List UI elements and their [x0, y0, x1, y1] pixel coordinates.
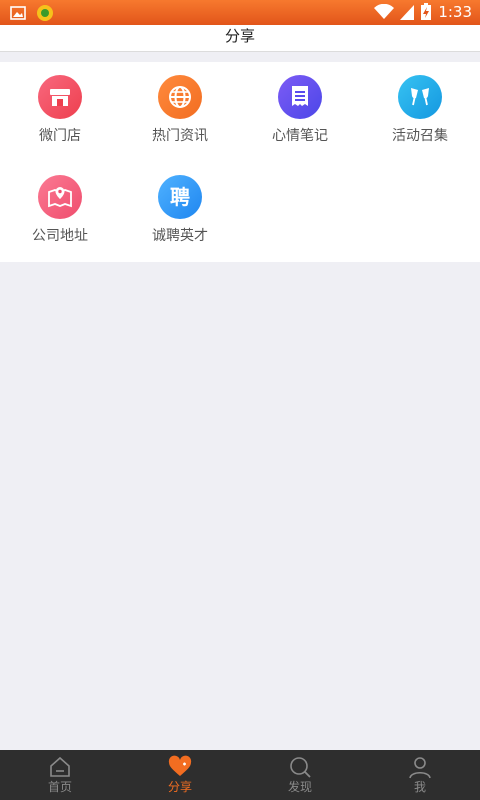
user-icon [409, 757, 431, 779]
image-notification-icon [10, 6, 26, 20]
battery-charging-icon [421, 3, 432, 20]
grid-item-company-address[interactable]: 公司地址 [0, 162, 120, 262]
grid-item-label: 诚聘英才 [152, 228, 208, 244]
tab-label: 首页 [47, 780, 72, 794]
grid-item-label: 心情笔记 [272, 128, 328, 144]
grid-item-label: 活动召集 [392, 128, 448, 144]
store-icon [38, 75, 82, 119]
app-notification-icon [37, 5, 53, 21]
grid-item-recruitment[interactable]: 聘 诚聘英才 [120, 162, 240, 262]
grid-item-micro-store[interactable]: 微门店 [0, 62, 120, 162]
home-icon [50, 756, 70, 777]
wifi-icon [374, 4, 395, 19]
recruit-icon: 聘 [158, 175, 202, 219]
status-time: 1:33 [438, 3, 472, 21]
heart-icon [168, 755, 192, 776]
grid-item-hot-news[interactable]: 热门资讯 [120, 62, 240, 162]
map-pin-icon [38, 175, 82, 219]
status-right-icons: 1:33 [374, 2, 472, 22]
grid-item-mood-notes[interactable]: 心情笔记 [240, 62, 360, 162]
note-icon [278, 75, 322, 119]
bottom-tab-bar: 首页 分享 发现 我 [0, 750, 480, 800]
cheers-icon [398, 75, 442, 119]
page-title-bar: 分享 [0, 25, 480, 52]
tab-label: 我 [413, 780, 426, 794]
tab-discover[interactable]: 发现 [240, 750, 360, 800]
recruit-glyph: 聘 [170, 185, 190, 209]
search-icon [290, 757, 311, 778]
tab-label: 分享 [167, 780, 192, 794]
globe-icon [158, 75, 202, 119]
page-title: 分享 [224, 27, 255, 45]
share-grid: 微门店 热门资讯 心情笔记 活动召集 公司地址 聘 诚聘英才 [0, 62, 480, 262]
grid-item-label: 热门资讯 [152, 128, 208, 144]
status-bar: 1:33 [0, 0, 480, 25]
status-left-icons [10, 4, 54, 22]
grid-item-label: 公司地址 [32, 228, 88, 244]
tab-label: 发现 [287, 780, 312, 794]
signal-icon [400, 5, 415, 20]
grid-item-label: 微门店 [39, 128, 81, 144]
tab-me[interactable]: 我 [360, 750, 480, 800]
tab-share[interactable]: 分享 [120, 750, 240, 800]
tab-home[interactable]: 首页 [0, 750, 120, 800]
grid-item-event-call[interactable]: 活动召集 [360, 62, 480, 162]
